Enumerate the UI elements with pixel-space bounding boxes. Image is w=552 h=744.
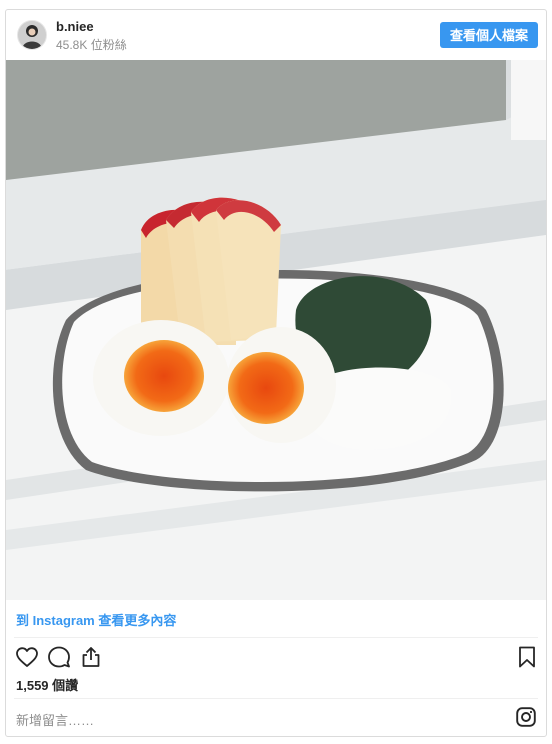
add-comment-input[interactable]: 新增留言…… bbox=[16, 710, 94, 729]
avatar[interactable] bbox=[17, 20, 47, 50]
share-icon[interactable] bbox=[79, 645, 103, 674]
bookmark-icon[interactable] bbox=[516, 645, 538, 674]
username[interactable]: b.niee bbox=[56, 19, 94, 34]
view-more-link[interactable]: 到 Instagram 查看更多內容 bbox=[16, 610, 176, 629]
divider bbox=[14, 698, 538, 699]
post-header: b.niee 45.8K 位粉絲 查看個人檔案 bbox=[6, 10, 546, 60]
view-profile-button[interactable]: 查看個人檔案 bbox=[440, 22, 538, 48]
follower-count: 45.8K 位粉絲 bbox=[56, 38, 127, 52]
like-count: 1,559 個讚 bbox=[16, 678, 79, 693]
comment-icon[interactable] bbox=[47, 645, 71, 674]
heart-icon[interactable] bbox=[15, 645, 39, 674]
instagram-embed-card: b.niee 45.8K 位粉絲 查看個人檔案 到 Instagram 查看更多… bbox=[5, 9, 547, 737]
post-image[interactable] bbox=[6, 60, 546, 600]
divider bbox=[14, 637, 538, 638]
instagram-icon[interactable] bbox=[516, 707, 536, 727]
